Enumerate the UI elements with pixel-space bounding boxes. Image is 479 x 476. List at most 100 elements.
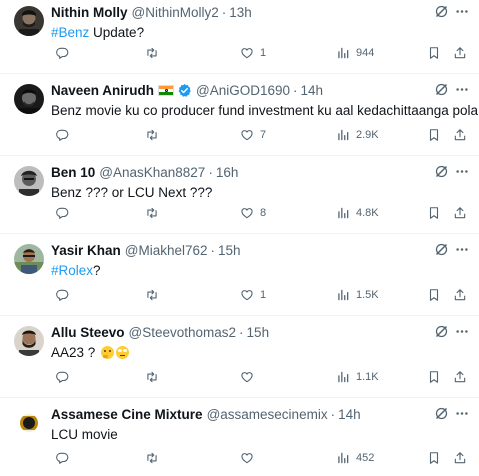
timestamp[interactable]: 15h <box>247 325 270 340</box>
share-button[interactable] <box>453 125 467 145</box>
bookmark-button[interactable] <box>427 285 441 305</box>
avatar[interactable] <box>14 6 44 36</box>
like-icon <box>240 46 254 60</box>
views-count: 944 <box>356 47 375 59</box>
views-button[interactable]: 4.8K <box>336 203 379 223</box>
timestamp[interactable]: 14h <box>338 407 361 422</box>
author-handle[interactable]: @Miakhel762 <box>125 243 208 258</box>
more-icon[interactable] <box>454 4 470 19</box>
retweet-button[interactable] <box>145 203 165 223</box>
tweet[interactable]: Ben 10 @AnasKhan8827 · 16h Benz ??? or LCU N… <box>0 156 479 234</box>
views-count: 4.8K <box>356 207 379 219</box>
tweet[interactable]: Naveen Anirudh @AniGOD1690 · 14h Benz movie … <box>0 74 479 156</box>
hashtag-link[interactable]: #Rolex <box>51 263 93 278</box>
like-button[interactable]: 1 <box>240 43 266 63</box>
timestamp[interactable]: 13h <box>229 5 252 20</box>
reply-button[interactable] <box>55 203 75 223</box>
more-icon[interactable] <box>454 82 470 97</box>
views-icon <box>336 206 350 220</box>
tweet-body: Yasir Khan @Miakhel762 · 15h #Rolex? <box>51 242 471 280</box>
author-name[interactable]: Ben 10 <box>51 165 95 180</box>
tweet-text: #Rolex? <box>51 262 471 280</box>
bookmark-button[interactable] <box>427 125 441 145</box>
retweet-button[interactable] <box>145 43 165 63</box>
bookmark-icon <box>427 370 441 384</box>
share-button[interactable] <box>453 448 467 468</box>
tweet[interactable]: Allu Steevo @Steevothomas2 · 15h AA23 ? 1.1K <box>0 316 479 398</box>
grok-icon[interactable] <box>434 82 449 97</box>
avatar[interactable] <box>14 244 44 274</box>
retweet-icon <box>145 288 159 302</box>
separator-dot: · <box>221 5 227 20</box>
retweet-button[interactable] <box>145 285 165 305</box>
reply-button[interactable] <box>55 448 75 468</box>
reply-icon <box>55 370 69 384</box>
share-button[interactable] <box>453 367 467 387</box>
bookmark-icon <box>427 206 441 220</box>
timestamp[interactable]: 14h <box>301 83 324 98</box>
tweet-header: Nithin Molly @NithinMolly2 · 13h <box>51 4 471 21</box>
like-button[interactable] <box>240 448 260 468</box>
more-icon[interactable] <box>454 242 470 257</box>
like-button[interactable] <box>240 367 260 387</box>
grok-icon[interactable] <box>434 4 449 19</box>
author-handle[interactable]: @AniGOD1690 <box>196 83 290 98</box>
bookmark-button[interactable] <box>427 43 441 63</box>
author-handle[interactable]: @NithinMolly2 <box>132 5 219 20</box>
hashtag-link[interactable]: #Benz <box>51 25 89 40</box>
reply-button[interactable] <box>55 125 75 145</box>
tweet-actions: 1 944 <box>0 43 479 63</box>
author-name[interactable]: Assamese Cine Mixture <box>51 407 203 422</box>
author-handle[interactable]: @Steevothomas2 <box>129 325 237 340</box>
views-button[interactable]: 452 <box>336 448 374 468</box>
retweet-button[interactable] <box>145 125 165 145</box>
like-button[interactable]: 8 <box>240 203 266 223</box>
reply-icon <box>55 46 69 60</box>
more-icon[interactable] <box>454 164 470 179</box>
author-name[interactable]: Nithin Molly <box>51 5 128 20</box>
tweet-actions: 7 2.9K <box>0 125 479 145</box>
author-name[interactable]: Naveen Anirudh <box>51 83 154 98</box>
reply-button[interactable] <box>55 43 75 63</box>
author-name[interactable]: Yasir Khan <box>51 243 121 258</box>
grok-icon[interactable] <box>434 324 449 339</box>
tweet[interactable]: Assamese Cine Mixture @assamesecinemix · 14… <box>0 398 479 476</box>
avatar[interactable] <box>14 166 44 196</box>
bookmark-button[interactable] <box>427 203 441 223</box>
avatar[interactable] <box>14 84 44 114</box>
tweet-text: #Benz Update? <box>51 24 471 42</box>
views-button[interactable]: 944 <box>336 43 374 63</box>
tweet[interactable]: Nithin Molly @NithinMolly2 · 13h #Benz Updat… <box>0 0 479 74</box>
timestamp[interactable]: 16h <box>216 165 239 180</box>
tweet[interactable]: Yasir Khan @Miakhel762 · 15h #Rolex? 1 1.5K <box>0 234 479 316</box>
like-icon <box>240 128 254 142</box>
reply-button[interactable] <box>55 285 75 305</box>
grok-icon[interactable] <box>434 406 449 421</box>
avatar[interactable] <box>14 408 44 438</box>
views-button[interactable]: 1.1K <box>336 367 379 387</box>
share-button[interactable] <box>453 43 467 63</box>
author-handle[interactable]: @AnasKhan8827 <box>99 165 205 180</box>
share-icon <box>453 288 467 302</box>
reply-button[interactable] <box>55 367 75 387</box>
views-button[interactable]: 1.5K <box>336 285 379 305</box>
grok-icon[interactable] <box>434 164 449 179</box>
retweet-button[interactable] <box>145 448 165 468</box>
likes-count: 8 <box>260 207 267 219</box>
author-handle[interactable]: @assamesecinemix <box>207 407 328 422</box>
share-button[interactable] <box>453 203 467 223</box>
retweet-button[interactable] <box>145 367 165 387</box>
share-button[interactable] <box>453 285 467 305</box>
grok-icon[interactable] <box>434 242 449 257</box>
views-button[interactable]: 2.9K <box>336 125 379 145</box>
bookmark-button[interactable] <box>427 448 441 468</box>
timestamp[interactable]: 15h <box>218 243 241 258</box>
author-name[interactable]: Allu Steevo <box>51 325 125 340</box>
more-icon[interactable] <box>454 406 470 421</box>
like-button[interactable]: 1 <box>240 285 266 305</box>
avatar[interactable] <box>14 326 44 356</box>
like-button[interactable]: 7 <box>240 125 266 145</box>
bookmark-icon <box>427 288 441 302</box>
bookmark-button[interactable] <box>427 367 441 387</box>
more-icon[interactable] <box>454 324 470 339</box>
